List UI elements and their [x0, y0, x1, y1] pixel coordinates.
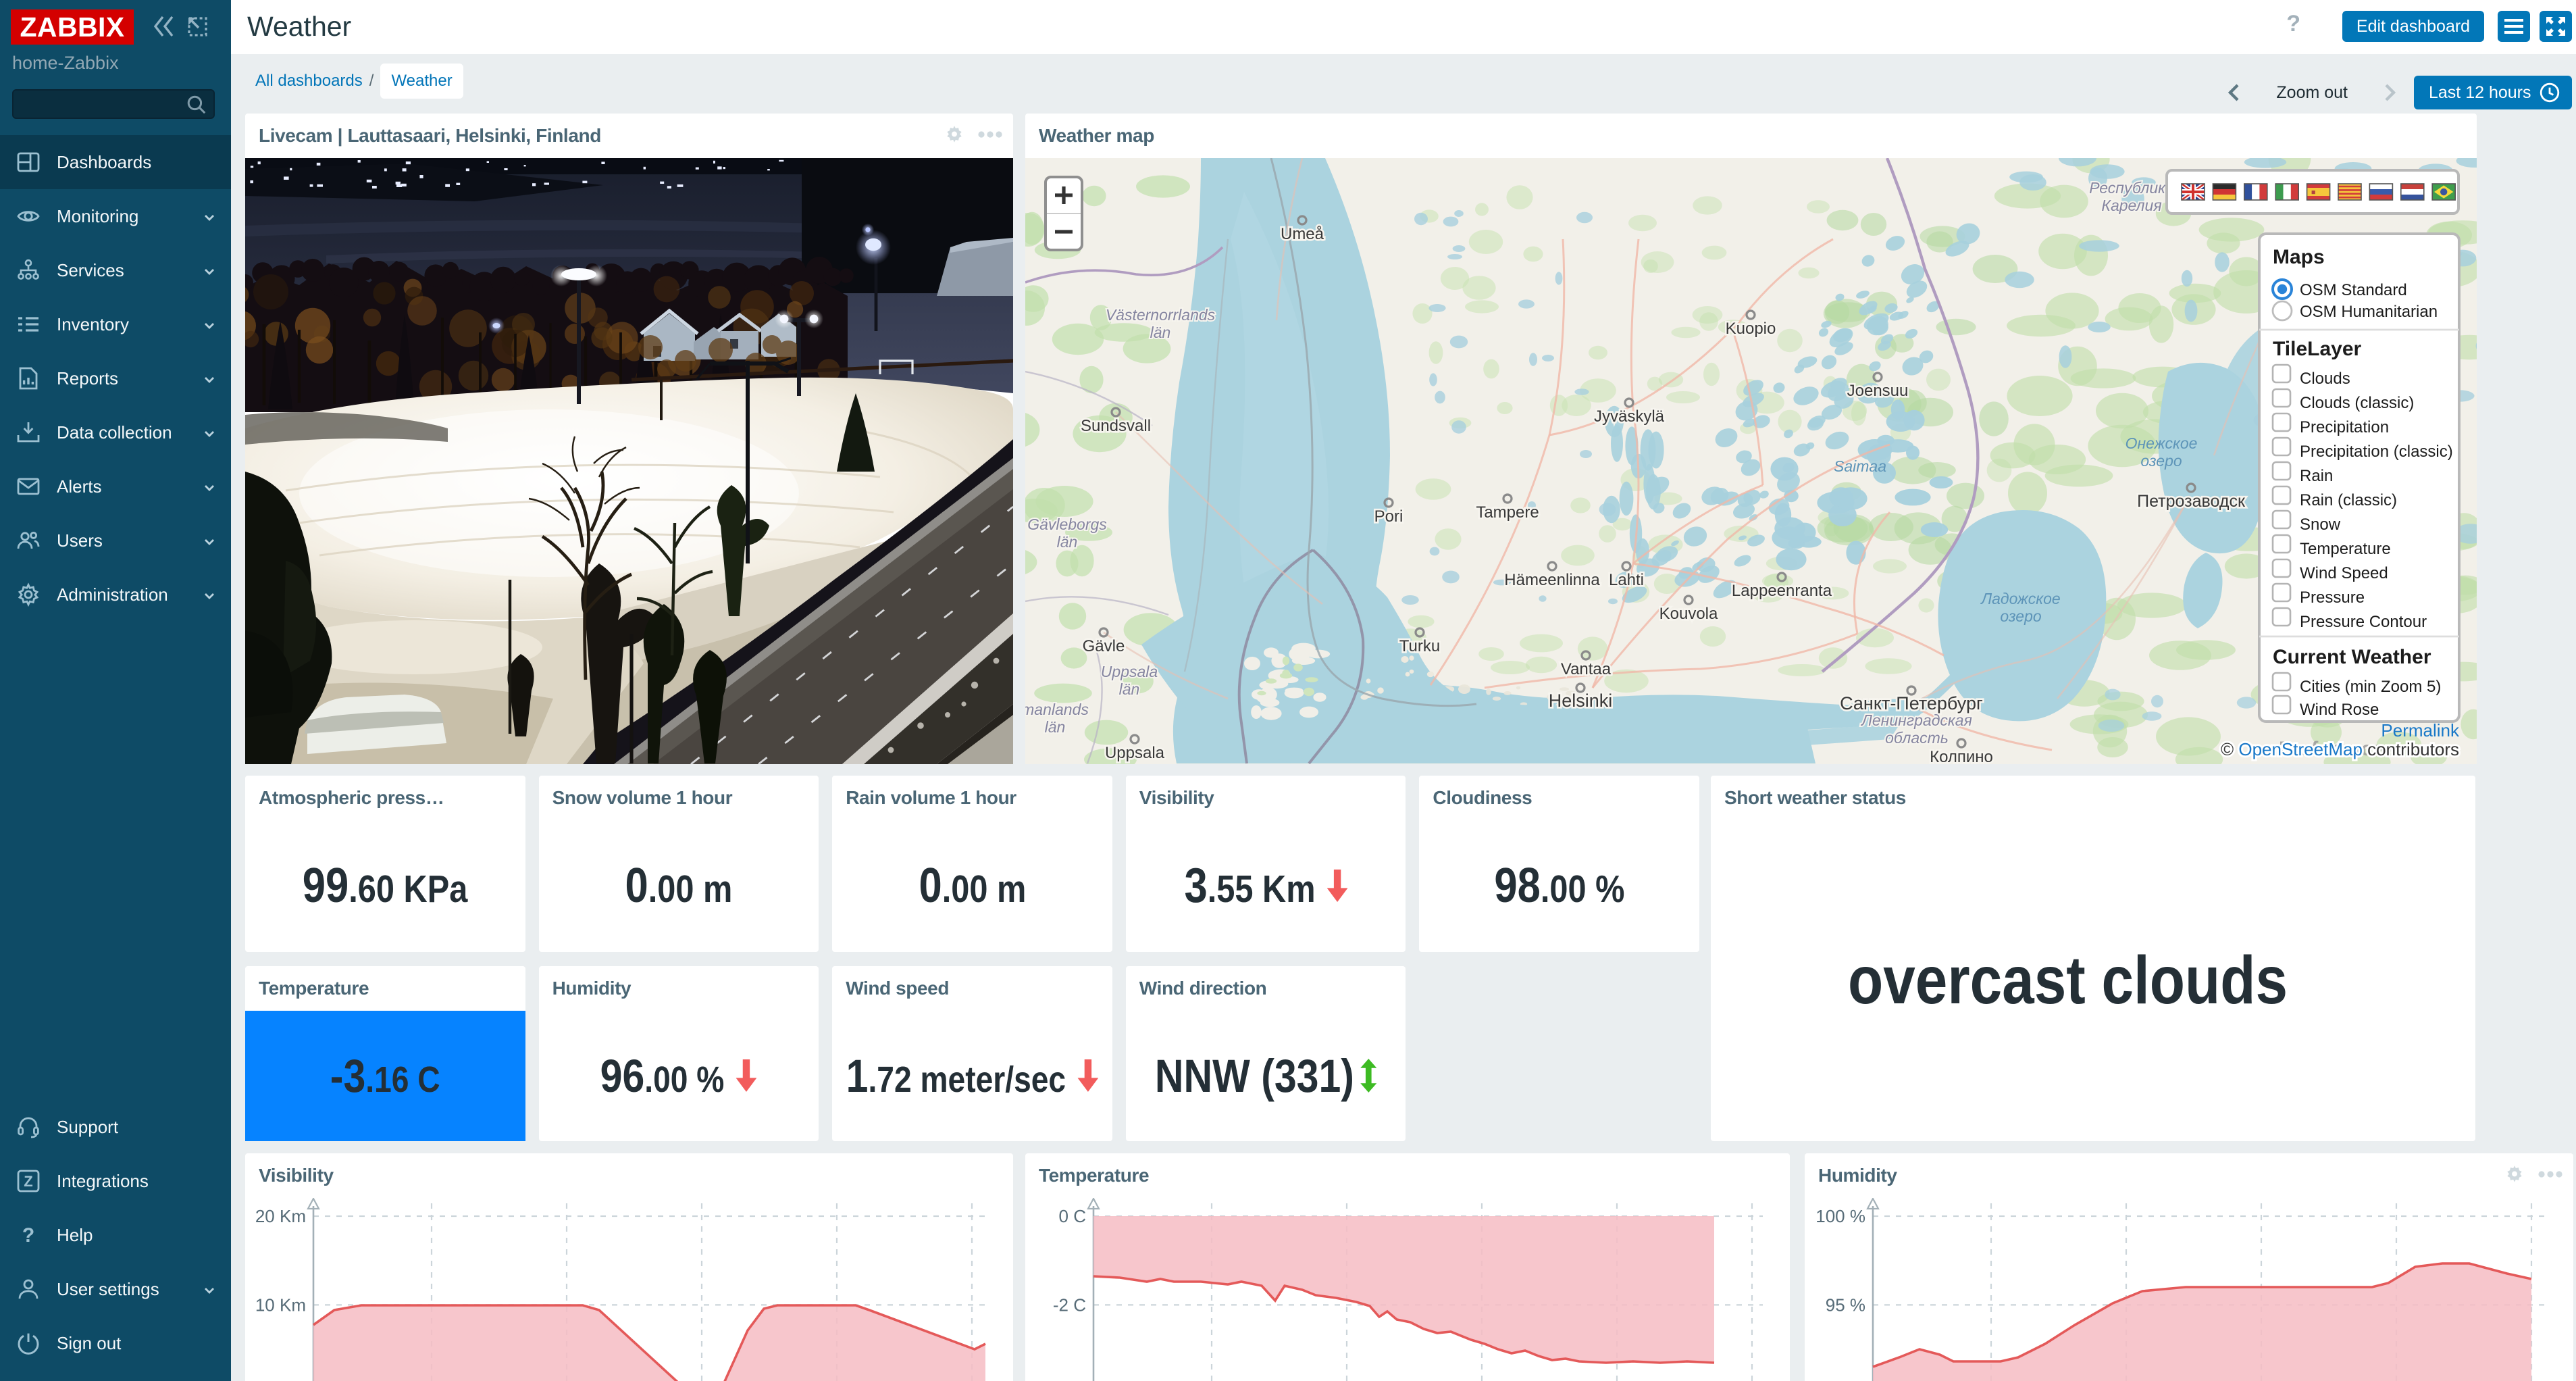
svg-text:Kouvola: Kouvola: [1659, 605, 1718, 623]
svg-text:Joensuu: Joensuu: [1847, 382, 1909, 400]
svg-text:Saimaa: Saimaa: [1834, 457, 1886, 475]
svg-text:Ладожское: Ладожское: [1980, 590, 2060, 607]
svg-text:Wind Speed: Wind Speed: [2300, 564, 2388, 582]
svg-text:Kuopio: Kuopio: [1726, 320, 1776, 338]
svg-text:Pori: Pori: [1374, 507, 1403, 526]
svg-text:Snow: Snow: [2300, 516, 2341, 534]
svg-text:озеро: озеро: [2000, 607, 2042, 625]
svg-text:Tampere: Tampere: [1476, 503, 1539, 522]
svg-text:20 Km: 20 Km: [255, 1206, 306, 1226]
svg-text:Gävleborgs: Gävleborgs: [1027, 516, 1107, 533]
svg-text:0 C: 0 C: [1059, 1206, 1086, 1226]
svg-text:TileLayer: TileLayer: [2273, 338, 2362, 360]
svg-text:län: län: [1150, 324, 1171, 341]
svg-text:Precipitation (classic): Precipitation (classic): [2300, 443, 2453, 461]
svg-text:Västernorrlands: Västernorrlands: [1106, 306, 1216, 324]
svg-text:Карелия: Карелия: [2101, 197, 2161, 214]
svg-text:Z: Z: [24, 1173, 32, 1190]
svg-text:Uppsala: Uppsala: [1101, 663, 1158, 680]
svg-text:län: län: [1119, 680, 1140, 698]
svg-text:Gävle: Gävle: [1083, 637, 1125, 655]
svg-text:Онежское: Онежское: [2126, 434, 2198, 452]
svg-text:Hämeenlinna: Hämeenlinna: [1504, 571, 1600, 589]
svg-text:Helsinki: Helsinki: [1549, 690, 1613, 711]
svg-text:Clouds: Clouds: [2300, 370, 2350, 388]
svg-text:Санкт-Петербург: Санкт-Петербург: [1840, 693, 1983, 713]
svg-text:Rain: Rain: [2300, 467, 2333, 485]
svg-text:Vantaa: Vantaa: [1561, 660, 1612, 678]
svg-text:10 Km: 10 Km: [255, 1295, 306, 1315]
svg-text:Uppsala: Uppsala: [1105, 744, 1165, 762]
svg-text:Республика: Республика: [2089, 179, 2174, 197]
svg-text:manlands: manlands: [1025, 701, 1089, 718]
svg-text:Rain (classic): Rain (classic): [2300, 491, 2397, 509]
svg-text:Precipitation: Precipitation: [2300, 418, 2389, 436]
svg-text:Cities (min Zoom 5): Cities (min Zoom 5): [2300, 678, 2441, 696]
svg-text:Jyväskylä: Jyväskylä: [1594, 407, 1665, 426]
svg-text:Lahti: Lahti: [1609, 571, 1644, 589]
svg-text:100 %: 100 %: [1815, 1206, 1865, 1226]
svg-text:Lappeenranta: Lappeenranta: [1732, 582, 1832, 600]
svg-text:Колпино: Колпино: [1930, 748, 1993, 764]
svg-text:län: län: [1057, 533, 1078, 551]
svg-text:Ленинградская: Ленинградская: [1860, 711, 1972, 729]
svg-text:Sundsvall: Sundsvall: [1081, 417, 1151, 435]
svg-text:län: län: [1045, 718, 1066, 736]
svg-text:-2 C: -2 C: [1053, 1295, 1086, 1315]
svg-text:Pressure Contour: Pressure Contour: [2300, 613, 2427, 631]
svg-text:?: ?: [22, 1224, 34, 1247]
svg-text:область: область: [1885, 729, 1949, 747]
svg-text:Pressure: Pressure: [2300, 588, 2365, 607]
svg-text:Current Weather: Current Weather: [2273, 646, 2431, 668]
svg-text:Turku: Turku: [1399, 637, 1440, 655]
svg-text:Temperature: Temperature: [2300, 540, 2391, 558]
svg-text:Wind Rose: Wind Rose: [2300, 701, 2379, 719]
svg-text:OSM Humanitarian: OSM Humanitarian: [2300, 303, 2438, 321]
svg-text:Clouds (classic): Clouds (classic): [2300, 394, 2414, 412]
svg-text:Петрозаводск: Петрозаводск: [2137, 492, 2246, 511]
svg-text:Maps: Maps: [2273, 246, 2325, 268]
svg-text:© OpenStreetMap contributors: © OpenStreetMap contributors: [2221, 739, 2459, 759]
svg-text:OSM Standard: OSM Standard: [2300, 281, 2407, 299]
svg-text:Umeå: Umeå: [1281, 225, 1324, 243]
svg-text:озеро: озеро: [2140, 452, 2182, 470]
svg-text:95 %: 95 %: [1826, 1295, 1865, 1315]
